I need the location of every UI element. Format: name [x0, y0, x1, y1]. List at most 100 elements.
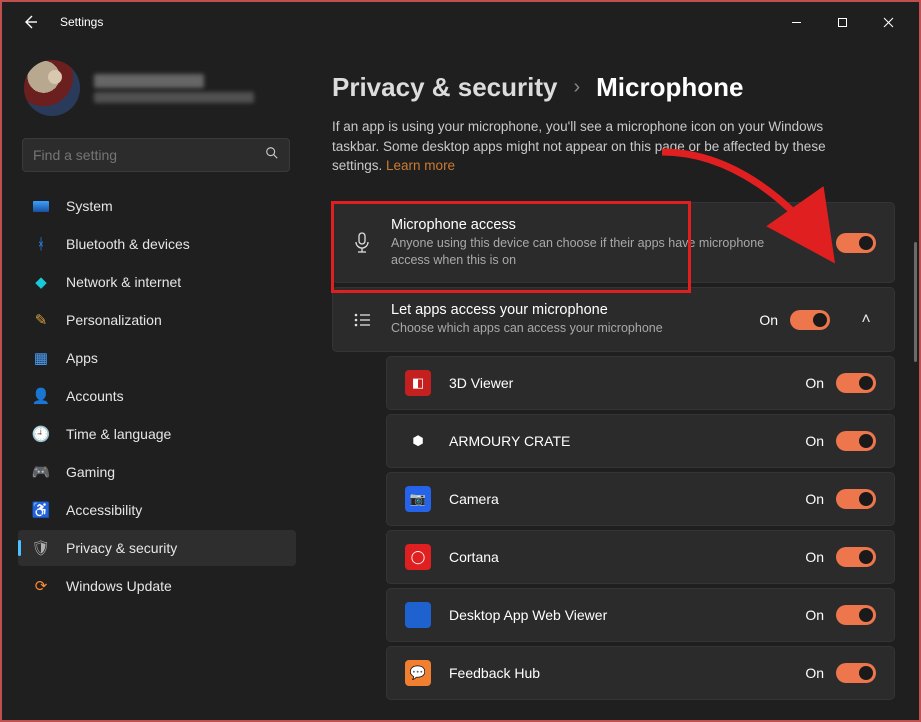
search-box[interactable] [22, 138, 290, 172]
bluetooth-icon: ᚼ [32, 235, 50, 253]
close-icon [883, 17, 894, 28]
app-toggle[interactable] [836, 489, 876, 509]
chevron-up-icon[interactable]: ˄ [856, 311, 876, 329]
app-icon: 📷 [405, 486, 431, 512]
window-controls [773, 6, 911, 38]
gamepad-icon: 🎮 [32, 463, 50, 481]
card-title: Microphone access [391, 217, 787, 233]
app-name-label: ARMOURY CRATE [449, 433, 787, 449]
breadcrumb: Privacy & security › Microphone [332, 72, 895, 103]
sidebar-item-label: Network & internet [66, 274, 181, 290]
toggle-state-label: On [805, 235, 824, 251]
app-row: ◯ Cortana On [386, 530, 895, 584]
system-icon [32, 197, 50, 215]
toggle-state-label: On [805, 491, 824, 507]
learn-more-link[interactable]: Learn more [386, 158, 455, 173]
minimize-icon [791, 17, 802, 28]
sidebar: System ᚼ Bluetooth & devices ◆ Network & i… [2, 42, 302, 720]
sidebar-item-label: Privacy & security [66, 540, 177, 556]
sidebar-item-label: Gaming [66, 464, 115, 480]
toggle-state-label: On [759, 312, 778, 328]
scrollbar-thumb[interactable] [914, 242, 917, 362]
maximize-button[interactable] [819, 6, 865, 38]
sidebar-item-label: System [66, 198, 113, 214]
toggle-state-label: On [805, 607, 824, 623]
app-toggle[interactable] [836, 373, 876, 393]
sidebar-item-apps[interactable]: ▦ Apps [18, 340, 296, 376]
search-icon [265, 146, 279, 165]
toggle-state-label: On [805, 549, 824, 565]
microphone-icon [351, 232, 373, 254]
app-row: 💬Feedback HubOn [386, 646, 895, 700]
avatar [24, 60, 80, 116]
shield-icon: 🛡 [32, 539, 50, 557]
accessibility-icon: ♿ [32, 501, 50, 519]
search-input[interactable] [33, 147, 265, 163]
minimize-button[interactable] [773, 6, 819, 38]
window-title: Settings [60, 15, 103, 29]
app-toggle[interactable] [836, 605, 876, 625]
toggle-state-label: On [805, 375, 824, 391]
app-toggle[interactable] [836, 431, 876, 451]
sidebar-item-network[interactable]: ◆ Network & internet [18, 264, 296, 300]
back-button[interactable] [10, 2, 50, 42]
let-apps-access-card[interactable]: Let apps access your microphone Choose w… [332, 287, 895, 352]
sidebar-item-gaming[interactable]: 🎮 Gaming [18, 454, 296, 490]
sidebar-item-time-language[interactable]: 🕘 Time & language [18, 416, 296, 452]
app-icon: 💬 [405, 660, 431, 686]
app-name-label: Desktop App Web Viewer [449, 607, 787, 623]
microphone-access-card: Microphone access Anyone using this devi… [332, 202, 895, 284]
sidebar-item-privacy-security[interactable]: 🛡 Privacy & security [18, 530, 296, 566]
app-name-label: Cortana [449, 549, 787, 565]
breadcrumb-current: Microphone [596, 72, 743, 103]
sidebar-item-label: Apps [66, 350, 98, 366]
app-toggle[interactable] [836, 547, 876, 567]
main-content: Privacy & security › Microphone If an ap… [302, 42, 919, 720]
user-account-row[interactable] [18, 50, 296, 134]
microphone-access-toggle[interactable] [836, 233, 876, 253]
app-toggle[interactable] [836, 663, 876, 683]
sidebar-item-bluetooth[interactable]: ᚼ Bluetooth & devices [18, 226, 296, 262]
app-permission-list: ◧3D ViewerOn ⬢ ARMOURY CRATE On 📷 Camera On ◯ Co… [386, 356, 895, 700]
app-icon [405, 602, 431, 628]
sidebar-item-label: Time & language [66, 426, 171, 442]
wifi-icon: ◆ [32, 273, 50, 291]
app-row: ◧3D ViewerOn [386, 356, 895, 410]
close-button[interactable] [865, 6, 911, 38]
card-description: Choose which apps can access your microp… [391, 320, 741, 337]
sidebar-item-label: Accessibility [66, 502, 142, 518]
card-description: Anyone using this device can choose if t… [391, 235, 787, 269]
app-icon: ⬢ [405, 428, 431, 454]
sidebar-item-system[interactable]: System [18, 188, 296, 224]
sidebar-item-personalization[interactable]: ✎Personalization [18, 302, 296, 338]
intro-text: If an app is using your microphone, you'… [332, 117, 872, 176]
toggle-state-label: On [805, 433, 824, 449]
sidebar-item-windows-update[interactable]: ⟳ Windows Update [18, 568, 296, 604]
sidebar-item-label: Accounts [66, 388, 124, 404]
app-icon: ◯ [405, 544, 431, 570]
sidebar-item-accounts[interactable]: 👤 Accounts [18, 378, 296, 414]
let-apps-toggle[interactable] [790, 310, 830, 330]
chevron-right-icon: › [573, 76, 580, 99]
breadcrumb-parent[interactable]: Privacy & security [332, 72, 557, 103]
nav-list: System ᚼ Bluetooth & devices ◆ Network & i… [18, 188, 296, 604]
user-name-redacted [94, 74, 204, 88]
person-icon: 👤 [32, 387, 50, 405]
user-texts [94, 74, 254, 103]
sidebar-item-label: Bluetooth & devices [66, 236, 190, 252]
sidebar-item-accessibility[interactable]: ♿ Accessibility [18, 492, 296, 528]
update-icon: ⟳ [32, 577, 50, 595]
apps-icon: ▦ [32, 349, 50, 367]
app-name-label: Camera [449, 491, 787, 507]
card-title: Let apps access your microphone [391, 302, 741, 318]
toggle-state-label: On [805, 665, 824, 681]
user-email-redacted [94, 92, 254, 103]
app-row: Desktop App Web Viewer On [386, 588, 895, 642]
clock-icon: 🕘 [32, 425, 50, 443]
sidebar-item-label: Windows Update [66, 578, 172, 594]
titlebar: Settings [2, 2, 919, 42]
brush-icon: ✎ [32, 311, 50, 329]
list-settings-icon [351, 312, 373, 328]
arrow-left-icon [22, 14, 38, 30]
app-row: ⬢ ARMOURY CRATE On [386, 414, 895, 468]
